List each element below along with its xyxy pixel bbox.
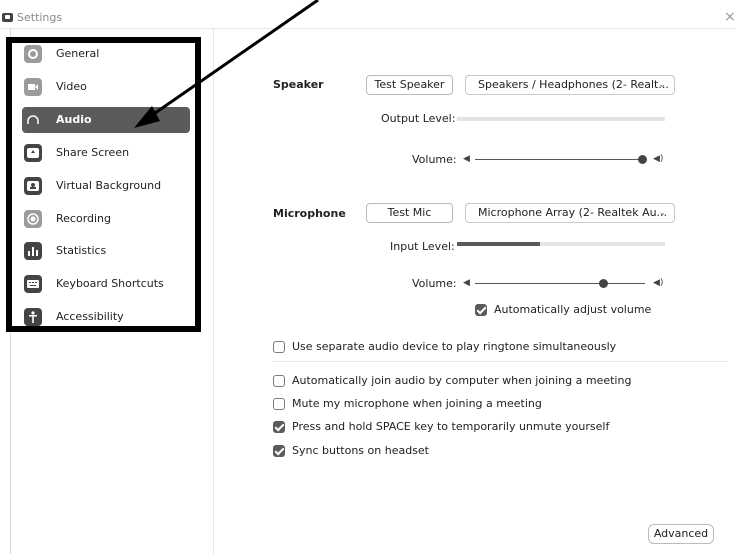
output-level-label: Output Level: — [381, 112, 456, 125]
volume-high-icon: ◀) — [653, 278, 664, 288]
gear-icon — [24, 45, 42, 63]
mic-volume-label: Volume: — [412, 277, 457, 290]
sidebar-item-label: Accessibility — [56, 310, 124, 323]
app-icon — [2, 13, 13, 22]
mic-volume-knob[interactable] — [598, 279, 608, 288]
speaker-volume-label: Volume: — [412, 153, 457, 166]
sidebar-item-recording[interactable]: Recording — [22, 206, 190, 232]
speaker-device-select[interactable]: Speakers / Headphones (2- Realt... ⌄ — [465, 75, 675, 95]
input-level-fill — [457, 242, 541, 246]
space-unmute-checkbox[interactable] — [273, 421, 285, 433]
sidebar-item-label: Recording — [56, 212, 112, 225]
statistics-icon — [24, 242, 42, 260]
sidebar-item-statistics[interactable]: Statistics — [22, 238, 190, 264]
sidebar-item-general[interactable]: General — [22, 41, 190, 67]
sync-headset-label: Sync buttons on headset — [292, 444, 429, 457]
speaker-label: Speaker — [273, 78, 324, 91]
virtual-background-icon — [24, 177, 42, 195]
accessibility-icon — [24, 308, 42, 326]
title-divider — [0, 28, 736, 29]
separate-ringtone-label: Use separate audio device to play ringto… — [292, 340, 617, 353]
microphone-label: Microphone — [273, 207, 346, 220]
chevron-down-icon: ⌄ — [658, 208, 666, 218]
chevron-down-icon: ⌄ — [658, 80, 666, 90]
separate-ringtone-checkbox[interactable] — [273, 341, 285, 353]
close-icon[interactable]: × — [724, 9, 736, 25]
test-speaker-button[interactable]: Test Speaker — [366, 75, 453, 95]
mute-mic-label: Mute my microphone when joining a meetin… — [292, 397, 542, 410]
video-icon — [24, 78, 42, 96]
sidebar-item-virtual-background[interactable]: Virtual Background — [22, 173, 190, 199]
advanced-button[interactable]: Advanced — [648, 524, 714, 544]
microphone-device-select[interactable]: Microphone Array (2- Realtek Au... ⌄ — [465, 203, 675, 223]
sidebar-item-label: General — [56, 47, 100, 60]
share-screen-icon — [24, 144, 42, 162]
window-title: Settings — [17, 11, 63, 24]
recording-icon — [24, 210, 42, 228]
space-unmute-label: Press and hold SPACE key to temporarily … — [292, 420, 610, 433]
input-level-meter — [457, 242, 665, 246]
options-divider — [272, 361, 728, 362]
auto-adjust-volume-label: Automatically adjust volume — [494, 303, 652, 316]
volume-low-icon: ◀ — [463, 278, 470, 288]
sidebar-item-label: Share Screen — [56, 146, 130, 159]
sidebar-item-audio[interactable]: Audio — [22, 107, 190, 133]
mute-mic-checkbox[interactable] — [273, 398, 285, 410]
output-level-meter — [457, 117, 665, 121]
sync-headset-checkbox[interactable] — [273, 445, 285, 457]
sidebar-item-accessibility[interactable]: Accessibility — [22, 304, 190, 330]
sidebar-item-label: Statistics — [56, 244, 107, 257]
keyboard-icon — [24, 275, 42, 293]
speaker-volume-slider[interactable] — [475, 159, 642, 160]
sidebar-divider — [213, 29, 214, 554]
test-mic-button[interactable]: Test Mic — [366, 203, 453, 223]
sidebar-item-label: Virtual Background — [56, 179, 162, 192]
speaker-device-value: Speakers / Headphones (2- Realt... — [478, 78, 669, 91]
sidebar-item-label: Audio — [56, 113, 92, 126]
sidebar-item-video[interactable]: Video — [22, 74, 190, 100]
headphones-icon — [24, 111, 42, 129]
auto-join-audio-label: Automatically join audio by computer whe… — [292, 374, 632, 387]
sidebar-item-keyboard-shortcuts[interactable]: Keyboard Shortcuts — [22, 271, 190, 297]
sidebar-item-label: Video — [56, 80, 87, 93]
sidebar-item-share-screen[interactable]: Share Screen — [22, 140, 190, 166]
auto-join-audio-checkbox[interactable] — [273, 375, 285, 387]
microphone-device-value: Microphone Array (2- Realtek Au... — [478, 206, 668, 219]
auto-adjust-volume-checkbox[interactable] — [475, 304, 487, 316]
volume-low-icon: ◀ — [463, 154, 470, 164]
volume-high-icon: ◀) — [653, 154, 664, 164]
speaker-volume-knob[interactable] — [638, 155, 647, 164]
title-bar: Settings × — [0, 0, 736, 28]
input-level-label: Input Level: — [390, 240, 455, 253]
sidebar-item-label: Keyboard Shortcuts — [56, 277, 164, 290]
mic-volume-slider[interactable] — [475, 283, 645, 284]
